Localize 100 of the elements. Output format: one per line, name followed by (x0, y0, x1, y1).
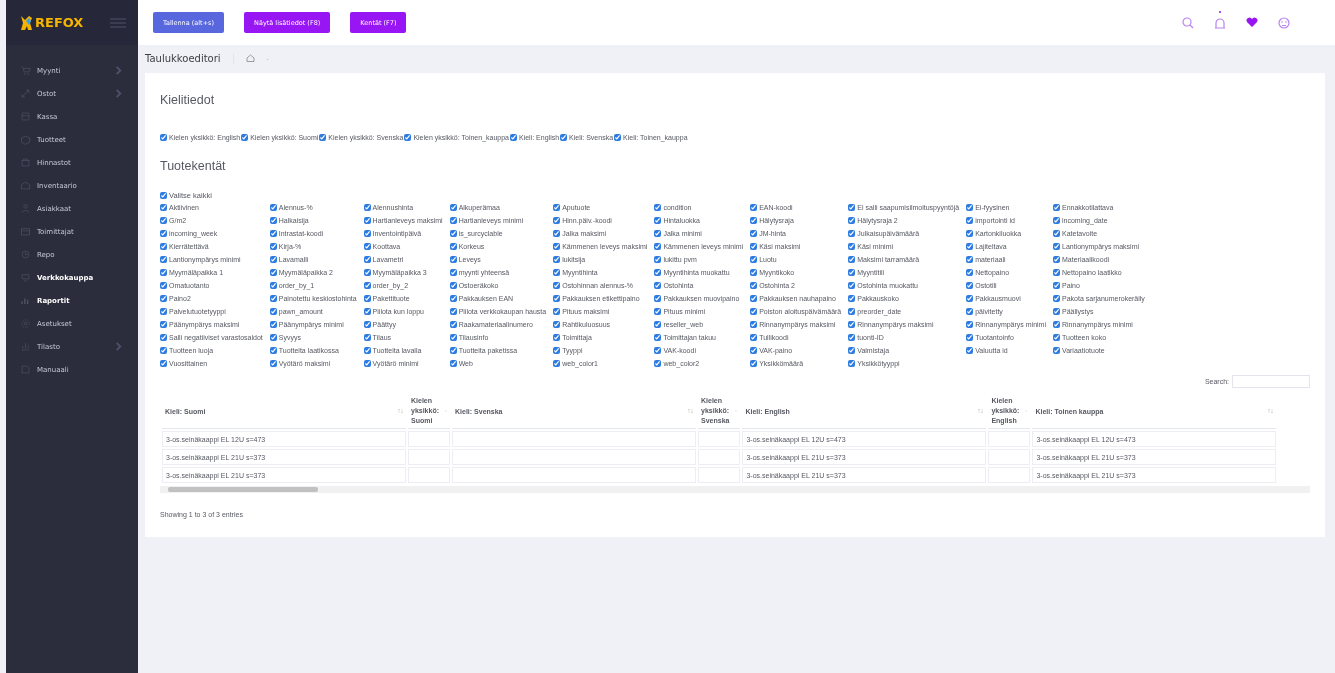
checkbox[interactable] (848, 269, 856, 276)
checkbox[interactable] (654, 321, 662, 328)
checkbox[interactable] (269, 204, 277, 211)
checkbox[interactable] (750, 243, 758, 250)
checkbox[interactable] (363, 295, 371, 302)
checkbox[interactable] (848, 295, 856, 302)
checkbox[interactable] (654, 308, 662, 315)
checkbox[interactable] (966, 334, 974, 341)
checkbox[interactable] (449, 256, 457, 263)
checkbox[interactable] (848, 321, 856, 328)
checkbox[interactable] (160, 295, 167, 302)
checkbox[interactable] (363, 282, 371, 289)
checkbox[interactable] (160, 282, 167, 289)
checkbox[interactable] (363, 347, 371, 354)
checkbox[interactable] (966, 243, 974, 250)
checkbox[interactable] (553, 204, 561, 211)
checkbox[interactable] (750, 282, 758, 289)
checkbox[interactable] (654, 295, 662, 302)
checkbox[interactable] (750, 217, 758, 224)
checkbox[interactable] (848, 308, 856, 315)
checkbox[interactable] (848, 217, 856, 224)
checkbox[interactable] (553, 217, 561, 224)
checkbox[interactable] (1053, 230, 1060, 237)
checkbox[interactable] (269, 230, 277, 237)
checkbox[interactable] (553, 295, 561, 302)
checkbox[interactable] (553, 243, 561, 250)
checkbox[interactable] (160, 360, 167, 367)
checkbox[interactable] (1053, 256, 1060, 263)
checkbox[interactable] (269, 269, 277, 276)
checkbox[interactable] (750, 347, 758, 354)
checkbox[interactable] (449, 282, 457, 289)
checkbox[interactable] (966, 321, 974, 328)
checkbox[interactable] (654, 334, 662, 341)
checkbox[interactable] (160, 230, 167, 237)
checkbox[interactable] (848, 243, 856, 250)
checkbox[interactable] (269, 334, 277, 341)
checkbox[interactable] (363, 217, 371, 224)
checkbox[interactable] (553, 269, 561, 276)
checkbox[interactable] (1053, 295, 1060, 302)
checkbox[interactable] (1053, 282, 1060, 289)
checkbox[interactable] (553, 334, 561, 341)
checkbox[interactable] (1053, 217, 1060, 224)
checkbox[interactable] (160, 192, 167, 199)
checkbox[interactable] (750, 230, 758, 237)
checkbox[interactable] (269, 217, 277, 224)
checkbox[interactable] (848, 204, 856, 211)
checkbox[interactable] (654, 282, 662, 289)
checkbox[interactable] (966, 347, 974, 354)
checkbox[interactable] (1053, 308, 1060, 315)
checkbox[interactable] (319, 134, 327, 141)
checkbox[interactable] (449, 334, 457, 341)
checkbox[interactable] (160, 256, 167, 263)
checkbox[interactable] (966, 282, 974, 289)
checkbox[interactable] (241, 134, 249, 141)
checkbox[interactable] (363, 360, 371, 367)
checkbox[interactable] (160, 321, 167, 328)
checkbox[interactable] (269, 321, 277, 328)
checkbox[interactable] (160, 269, 167, 276)
checkbox[interactable] (269, 308, 277, 315)
checkbox[interactable] (449, 347, 457, 354)
checkbox[interactable] (363, 334, 371, 341)
checkbox[interactable] (1053, 269, 1060, 276)
checkbox[interactable] (654, 256, 662, 263)
home-icon[interactable] (245, 54, 255, 62)
checkbox[interactable] (269, 295, 277, 302)
checkbox[interactable] (553, 308, 561, 315)
checkbox[interactable] (553, 282, 561, 289)
checkbox[interactable] (848, 230, 856, 237)
checkbox[interactable] (269, 360, 277, 367)
checkbox[interactable] (654, 243, 662, 250)
checkbox[interactable] (449, 308, 457, 315)
checkbox[interactable] (966, 308, 974, 315)
checkbox[interactable] (553, 360, 561, 367)
checkbox[interactable] (1053, 321, 1060, 328)
checkbox[interactable] (160, 204, 167, 211)
checkbox[interactable] (553, 347, 561, 354)
checkbox[interactable] (750, 204, 758, 211)
checkbox[interactable] (363, 204, 371, 211)
checkbox[interactable] (750, 334, 758, 341)
checkbox[interactable] (363, 230, 371, 237)
checkbox[interactable] (553, 230, 561, 237)
smiley-icon[interactable] (1278, 16, 1290, 29)
checkbox[interactable] (449, 230, 457, 237)
checkbox[interactable] (449, 217, 457, 224)
checkbox[interactable] (966, 217, 974, 224)
checkbox[interactable] (269, 256, 277, 263)
checkbox[interactable] (449, 321, 457, 328)
checkbox[interactable] (614, 134, 622, 141)
checkbox[interactable] (510, 134, 517, 141)
checkbox[interactable] (1053, 243, 1060, 250)
checkbox[interactable] (750, 321, 758, 328)
checkbox[interactable] (160, 217, 167, 224)
checkbox[interactable] (848, 256, 856, 263)
checkbox[interactable] (160, 243, 167, 250)
checkbox[interactable] (449, 295, 457, 302)
checkbox[interactable] (966, 256, 974, 263)
checkbox[interactable] (654, 360, 662, 367)
checkbox[interactable] (848, 360, 856, 367)
checkbox[interactable] (404, 134, 412, 141)
checkbox[interactable] (750, 269, 758, 276)
